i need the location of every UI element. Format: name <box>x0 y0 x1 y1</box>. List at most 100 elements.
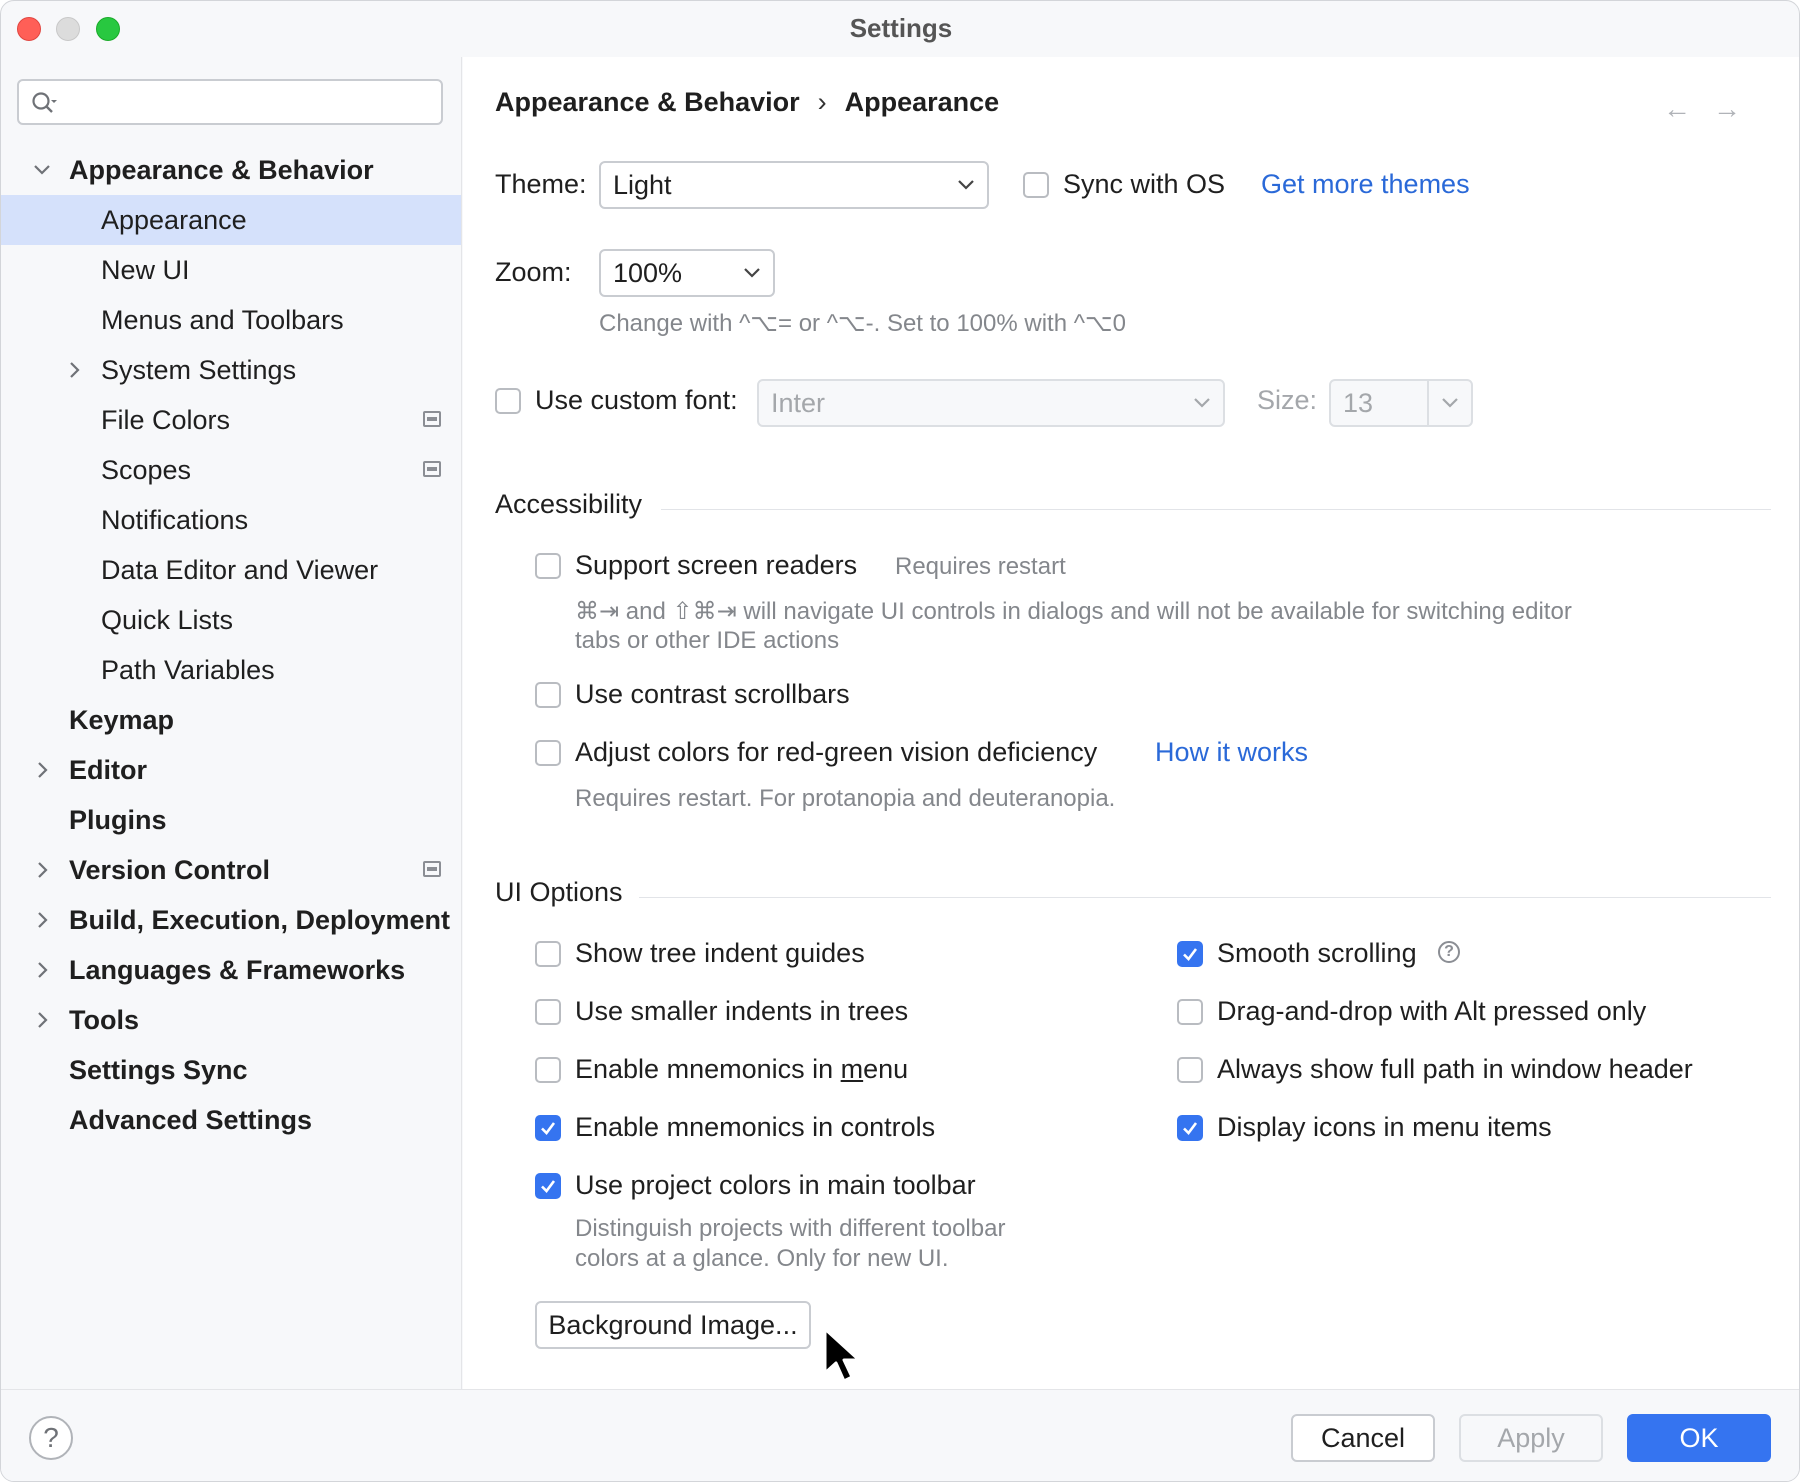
custom-font-label[interactable]: Use custom font: <box>535 385 738 416</box>
custom-font-checkbox[interactable] <box>495 388 521 414</box>
mnemonics-menu-label-mnemonic: m <box>841 1054 864 1084</box>
sidebar-item-menus-and-toolbars[interactable]: Menus and Toolbars <box>1 295 461 345</box>
settings-sidebar: Appearance & BehaviorAppearanceNew UIMen… <box>1 57 462 1389</box>
how-it-works-link[interactable]: How it works <box>1155 737 1308 768</box>
back-arrow-icon[interactable]: ← <box>1663 93 1691 125</box>
menu-icons-checkbox[interactable] <box>1177 1115 1203 1141</box>
chevron-right-icon[interactable] <box>29 857 55 883</box>
search-input[interactable] <box>73 87 437 119</box>
sidebar-item-version-control[interactable]: Version Control <box>1 845 461 895</box>
theme-dropdown[interactable]: Light <box>599 161 989 209</box>
chevron-down-icon[interactable] <box>29 157 55 183</box>
chevron-down-icon <box>955 177 977 193</box>
screen-readers-label[interactable]: Support screen readers <box>575 550 857 581</box>
sidebar-item-editor[interactable]: Editor <box>1 745 461 795</box>
project-colors-label[interactable]: Use project colors in main toolbar <box>575 1170 976 1201</box>
apply-button[interactable]: Apply <box>1459 1414 1603 1462</box>
mnemonics-controls-label[interactable]: Enable mnemonics in controls <box>575 1112 935 1143</box>
mouse-pointer-icon <box>823 1327 867 1387</box>
full-path-checkbox[interactable] <box>1177 1057 1203 1083</box>
sidebar-item-advanced-settings[interactable]: Advanced Settings <box>1 1095 461 1145</box>
sidebar-item-label: Plugins <box>69 795 167 845</box>
background-image-button[interactable]: Background Image... <box>535 1301 811 1349</box>
get-more-themes-link[interactable]: Get more themes <box>1261 169 1470 200</box>
chevron-right-icon[interactable] <box>29 907 55 933</box>
sidebar-item-label: System Settings <box>101 345 296 395</box>
sidebar-item-languages-frameworks[interactable]: Languages & Frameworks <box>1 945 461 995</box>
sidebar-item-appearance-behavior[interactable]: Appearance & Behavior <box>1 145 461 195</box>
tree-indent-guides-label[interactable]: Show tree indent guides <box>575 938 865 969</box>
breadcrumb-parent[interactable]: Appearance & Behavior <box>495 87 800 117</box>
sidebar-item-file-colors[interactable]: File Colors <box>1 395 461 445</box>
ok-button[interactable]: OK <box>1627 1414 1771 1462</box>
sync-os-label[interactable]: Sync with OS <box>1063 169 1225 200</box>
project-colors-hint-line2: colors at a glance. Only for new UI. <box>575 1245 949 1273</box>
section-divider <box>661 509 1771 510</box>
menu-icons-label[interactable]: Display icons in menu items <box>1217 1112 1552 1143</box>
sidebar-item-settings-sync[interactable]: Settings Sync <box>1 1045 461 1095</box>
tree-indent-guides-checkbox[interactable] <box>535 941 561 967</box>
sidebar-item-data-editor-and-viewer[interactable]: Data Editor and Viewer <box>1 545 461 595</box>
sidebar-item-quick-lists[interactable]: Quick Lists <box>1 595 461 645</box>
smaller-indents-label[interactable]: Use smaller indents in trees <box>575 996 908 1027</box>
chevron-right-icon[interactable] <box>61 357 87 383</box>
sidebar-item-label: Appearance <box>101 195 247 245</box>
sidebar-item-path-variables[interactable]: Path Variables <box>1 645 461 695</box>
help-button[interactable]: ? <box>29 1416 73 1460</box>
chevron-right-icon[interactable] <box>29 757 55 783</box>
mnemonics-menu-checkbox[interactable] <box>535 1057 561 1083</box>
zoom-hint: Change with ^⌥= or ^⌥-. Set to 100% with… <box>599 309 1126 338</box>
search-box[interactable] <box>17 79 443 125</box>
sidebar-item-plugins[interactable]: Plugins <box>1 795 461 845</box>
font-size-dropdown[interactable]: 13 <box>1329 379 1473 427</box>
sidebar-item-label: Languages & Frameworks <box>69 945 405 995</box>
title-bar: Settings <box>1 1 1800 57</box>
zoom-label: Zoom: <box>495 257 572 288</box>
sidebar-item-label: Notifications <box>101 495 248 545</box>
sidebar-item-label: Editor <box>69 745 147 795</box>
sidebar-item-label: Build, Execution, Deployment <box>69 895 450 945</box>
smooth-scrolling-label[interactable]: Smooth scrolling <box>1217 938 1417 969</box>
drag-drop-alt-label[interactable]: Drag-and-drop with Alt pressed only <box>1217 996 1646 1027</box>
sidebar-item-scopes[interactable]: Scopes <box>1 445 461 495</box>
mnemonics-menu-label[interactable]: Enable mnemonics in menu <box>575 1054 908 1085</box>
checkmark-icon <box>539 1177 557 1195</box>
contrast-scrollbars-label[interactable]: Use contrast scrollbars <box>575 679 850 710</box>
sidebar-item-keymap[interactable]: Keymap <box>1 695 461 745</box>
sync-os-checkbox[interactable] <box>1023 172 1049 198</box>
font-dropdown[interactable]: Inter <box>757 379 1225 427</box>
chevron-right-icon[interactable] <box>29 1007 55 1033</box>
project-scope-icon <box>423 411 441 427</box>
sidebar-item-label: Tools <box>69 995 139 1045</box>
sidebar-item-label: File Colors <box>101 395 230 445</box>
mnemonics-controls-checkbox[interactable] <box>535 1115 561 1141</box>
sidebar-item-tools[interactable]: Tools <box>1 995 461 1045</box>
full-path-label[interactable]: Always show full path in window header <box>1217 1054 1693 1085</box>
screen-readers-checkbox[interactable] <box>535 553 561 579</box>
cancel-button[interactable]: Cancel <box>1291 1414 1435 1462</box>
smaller-indents-checkbox[interactable] <box>535 999 561 1025</box>
contrast-scrollbars-checkbox[interactable] <box>535 682 561 708</box>
sidebar-item-appearance[interactable]: Appearance <box>1 195 461 245</box>
smooth-scrolling-checkbox[interactable] <box>1177 941 1203 967</box>
sidebar-item-new-ui[interactable]: New UI <box>1 245 461 295</box>
sidebar-item-label: Settings Sync <box>69 1045 248 1095</box>
sidebar-item-system-settings[interactable]: System Settings <box>1 345 461 395</box>
font-value: Inter <box>771 388 825 419</box>
sidebar-item-build-execution-deployment[interactable]: Build, Execution, Deployment <box>1 895 461 945</box>
red-green-checkbox[interactable] <box>535 740 561 766</box>
help-question-icon[interactable]: ? <box>1438 941 1460 963</box>
sidebar-item-notifications[interactable]: Notifications <box>1 495 461 545</box>
breadcrumb-separator: › <box>818 87 827 117</box>
project-colors-hint-line1: Distinguish projects with different tool… <box>575 1215 1005 1243</box>
screen-readers-hint-line1: ⌘⇥ and ⇧⌘⇥ will navigate UI controls in … <box>575 597 1572 626</box>
red-green-label[interactable]: Adjust colors for red-green vision defic… <box>575 737 1097 768</box>
zoom-dropdown[interactable]: 100% <box>599 249 775 297</box>
chevron-right-icon[interactable] <box>29 957 55 983</box>
sidebar-item-label: Keymap <box>69 695 174 745</box>
project-colors-checkbox[interactable] <box>535 1173 561 1199</box>
forward-arrow-icon[interactable]: → <box>1713 93 1741 125</box>
checkmark-icon <box>1181 1119 1199 1137</box>
drag-drop-alt-checkbox[interactable] <box>1177 999 1203 1025</box>
sidebar-item-label: Version Control <box>69 845 270 895</box>
